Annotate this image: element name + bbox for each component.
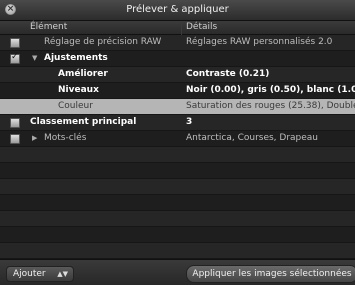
empty-row [0, 163, 355, 179]
empty-row [0, 211, 355, 227]
empty-row [0, 195, 355, 211]
row-checkbox-checked[interactable] [10, 51, 20, 65]
table-row-levels[interactable]: Niveaux Noir (0.00), gris (0.50), blanc … [0, 83, 355, 99]
footer-bar: Ajouter ▲▼ Appliquer les images sélectio… [0, 259, 355, 285]
column-header-element[interactable]: Élément [30, 21, 67, 34]
row-element-label: Niveaux [58, 85, 99, 95]
row-element-label: Réglage de précision RAW [44, 37, 162, 47]
column-header: Élément Détails [0, 21, 355, 35]
row-element-label: Mots-clés [44, 133, 87, 143]
row-checkbox[interactable] [10, 38, 20, 48]
triangle-right-icon[interactable]: ▶ [32, 131, 37, 146]
row-element-label: Améliorer [58, 69, 108, 79]
row-checkbox[interactable] [10, 118, 20, 128]
table-row-adjustments[interactable]: ▼ Ajustements [0, 51, 355, 67]
row-details-text: 3 [186, 117, 193, 127]
window-title: Prélever & appliquer [126, 4, 229, 15]
empty-row [0, 147, 355, 163]
items-table: Réglage de précision RAW Réglages RAW pe… [0, 35, 355, 259]
title-bar: × Prélever & appliquer [0, 0, 355, 21]
add-popup[interactable]: Ajouter ▲▼ [6, 266, 74, 282]
row-checkbox[interactable] [10, 134, 20, 144]
row-details-text: Réglages RAW personnalisés 2.0 [186, 37, 333, 47]
row-element-label: Classement principal [30, 117, 137, 127]
table-row-keywords[interactable]: ▶ Mots-clés Antarctica, Courses, Drapeau [0, 131, 355, 147]
add-popup-label: Ajouter [13, 269, 46, 279]
table-row-raw-fine-tuning[interactable]: Réglage de précision RAW Réglages RAW pe… [0, 35, 355, 51]
apply-selected-images-button[interactable]: Appliquer les images sélectionnées [186, 265, 355, 283]
row-element-label: Couleur [58, 101, 93, 111]
row-details-text: Saturation des rouges (25.38), Double [186, 101, 355, 111]
table-row-color-selected[interactable]: Couleur Saturation des rouges (25.38), D… [0, 99, 355, 115]
row-details-text: Contraste (0.21) [186, 69, 270, 79]
column-header-details[interactable]: Détails [186, 21, 217, 34]
triangle-down-icon[interactable]: ▼ [32, 51, 37, 66]
empty-row [0, 179, 355, 195]
table-row-enhance[interactable]: Améliorer Contraste (0.21) [0, 67, 355, 83]
lift-stamp-window: × Prélever & appliquer Élément Détails R… [0, 0, 355, 285]
empty-row [0, 243, 355, 259]
row-element-label: Ajustements [44, 53, 108, 63]
empty-row [0, 227, 355, 243]
row-details-text: Antarctica, Courses, Drapeau [186, 133, 319, 143]
row-details-text: Noir (0.00), gris (0.50), blanc (1.00), … [186, 85, 355, 95]
table-row-main-rating[interactable]: Classement principal 3 [0, 115, 355, 131]
updown-arrows-icon: ▲▼ [57, 270, 68, 278]
